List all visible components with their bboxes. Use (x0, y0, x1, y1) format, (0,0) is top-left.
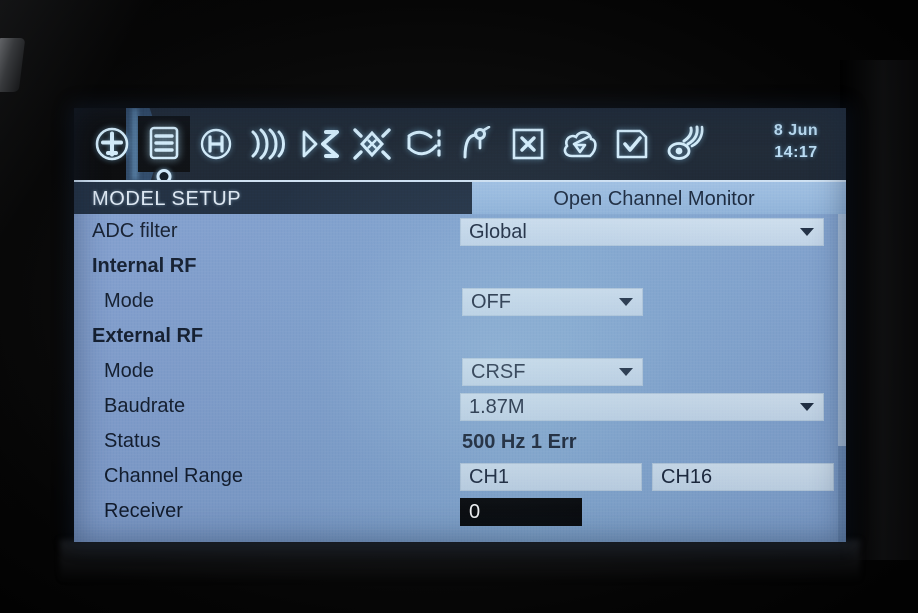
baudrate-dropdown[interactable]: 1.87M (460, 393, 824, 421)
bezel-corner-highlight (0, 38, 26, 92)
model-setup-icon[interactable] (138, 116, 190, 184)
settings-list: ADC filter Global Internal RF Mode OFF E… (74, 214, 846, 542)
bezel-right-shadow (840, 60, 918, 560)
heli-setup-icon[interactable] (190, 116, 242, 172)
clock-time: 14:17 (774, 144, 818, 161)
open-channel-monitor-button[interactable]: Open Channel Monitor (472, 182, 846, 216)
toolbar-icon-strip (74, 108, 710, 184)
chevron-down-icon (619, 298, 633, 306)
row-external-rf-mode[interactable]: Mode CRSF (74, 354, 846, 389)
row-channel-range[interactable]: Channel Range CH1 CH16 (74, 459, 846, 494)
channel-range-low-value: CH1 (469, 465, 510, 488)
outputs-curves-icon[interactable] (398, 116, 450, 172)
telemetry-icon[interactable] (658, 116, 710, 172)
row-label-status: Status (104, 430, 161, 452)
model-select-icon[interactable] (86, 116, 138, 172)
row-label-adc-filter: ADC filter (92, 220, 178, 242)
status-value: 500 Hz 1 Err (462, 430, 577, 453)
scrollbar-track[interactable] (838, 214, 846, 542)
row-receiver[interactable]: Receiver 0 (74, 494, 846, 529)
chevron-down-icon (619, 368, 633, 376)
title-bar: MODEL SETUP Open Channel Monitor (74, 180, 846, 216)
custom-scripts-icon[interactable] (606, 116, 658, 172)
page-title-panel: MODEL SETUP (74, 182, 472, 216)
special-functions-icon[interactable] (554, 116, 606, 172)
row-baudrate[interactable]: Baudrate 1.87M (74, 389, 846, 424)
row-label-baudrate: Baudrate (104, 395, 186, 417)
row-label-receiver: Receiver (104, 500, 183, 522)
baudrate-value: 1.87M (469, 395, 525, 418)
internal-rf-mode-dropdown[interactable]: OFF (462, 288, 643, 316)
receiver-value: 0 (469, 500, 481, 523)
status-clock: 8 Jun 14:17 (758, 120, 834, 164)
row-internal-rf-mode[interactable]: Mode OFF (74, 284, 846, 319)
inputs-icon[interactable] (294, 116, 346, 172)
flight-modes-icon[interactable] (242, 116, 294, 172)
clock-date: 8 Jun (773, 122, 819, 139)
external-rf-mode-dropdown[interactable]: CRSF (462, 358, 643, 386)
external-rf-mode-value: CRSF (471, 360, 526, 383)
row-label-internal-rf-mode: Mode (104, 290, 155, 312)
logical-switches-icon[interactable] (502, 116, 554, 172)
mixer-icon[interactable] (346, 116, 398, 172)
curves-icon[interactable] (450, 116, 502, 172)
page-title: MODEL SETUP (92, 187, 242, 210)
section-header-external-rf: External RF (92, 325, 204, 347)
internal-rf-mode-value: OFF (471, 290, 511, 313)
row-internal-rf: Internal RF (74, 249, 846, 284)
receiver-field[interactable]: 0 (460, 498, 582, 526)
device-bezel: 8 Jun 14:17 MODEL SETUP Open Channel Mon… (0, 0, 918, 613)
row-label-channel-range: Channel Range (104, 465, 243, 487)
chevron-down-icon (800, 403, 814, 411)
channel-range-high-field[interactable]: CH16 (652, 463, 834, 491)
channel-range-low-field[interactable]: CH1 (460, 463, 642, 491)
adc-filter-dropdown[interactable]: Global (460, 218, 824, 246)
lcd-screen: 8 Jun 14:17 MODEL SETUP Open Channel Mon… (74, 108, 846, 542)
chevron-down-icon (800, 228, 814, 236)
row-status: Status 500 Hz 1 Err (74, 424, 846, 459)
toolbar: 8 Jun 14:17 (74, 108, 846, 188)
row-label-external-rf-mode: Mode (104, 360, 155, 382)
section-header-internal-rf: Internal RF (92, 255, 197, 277)
channel-range-high-value: CH16 (661, 465, 713, 488)
row-adc-filter[interactable]: ADC filter Global (74, 214, 846, 249)
row-external-rf: External RF (74, 319, 846, 354)
adc-filter-value: Global (469, 220, 527, 243)
bezel-bottom-glow (60, 540, 860, 582)
scrollbar-thumb[interactable] (838, 214, 846, 446)
